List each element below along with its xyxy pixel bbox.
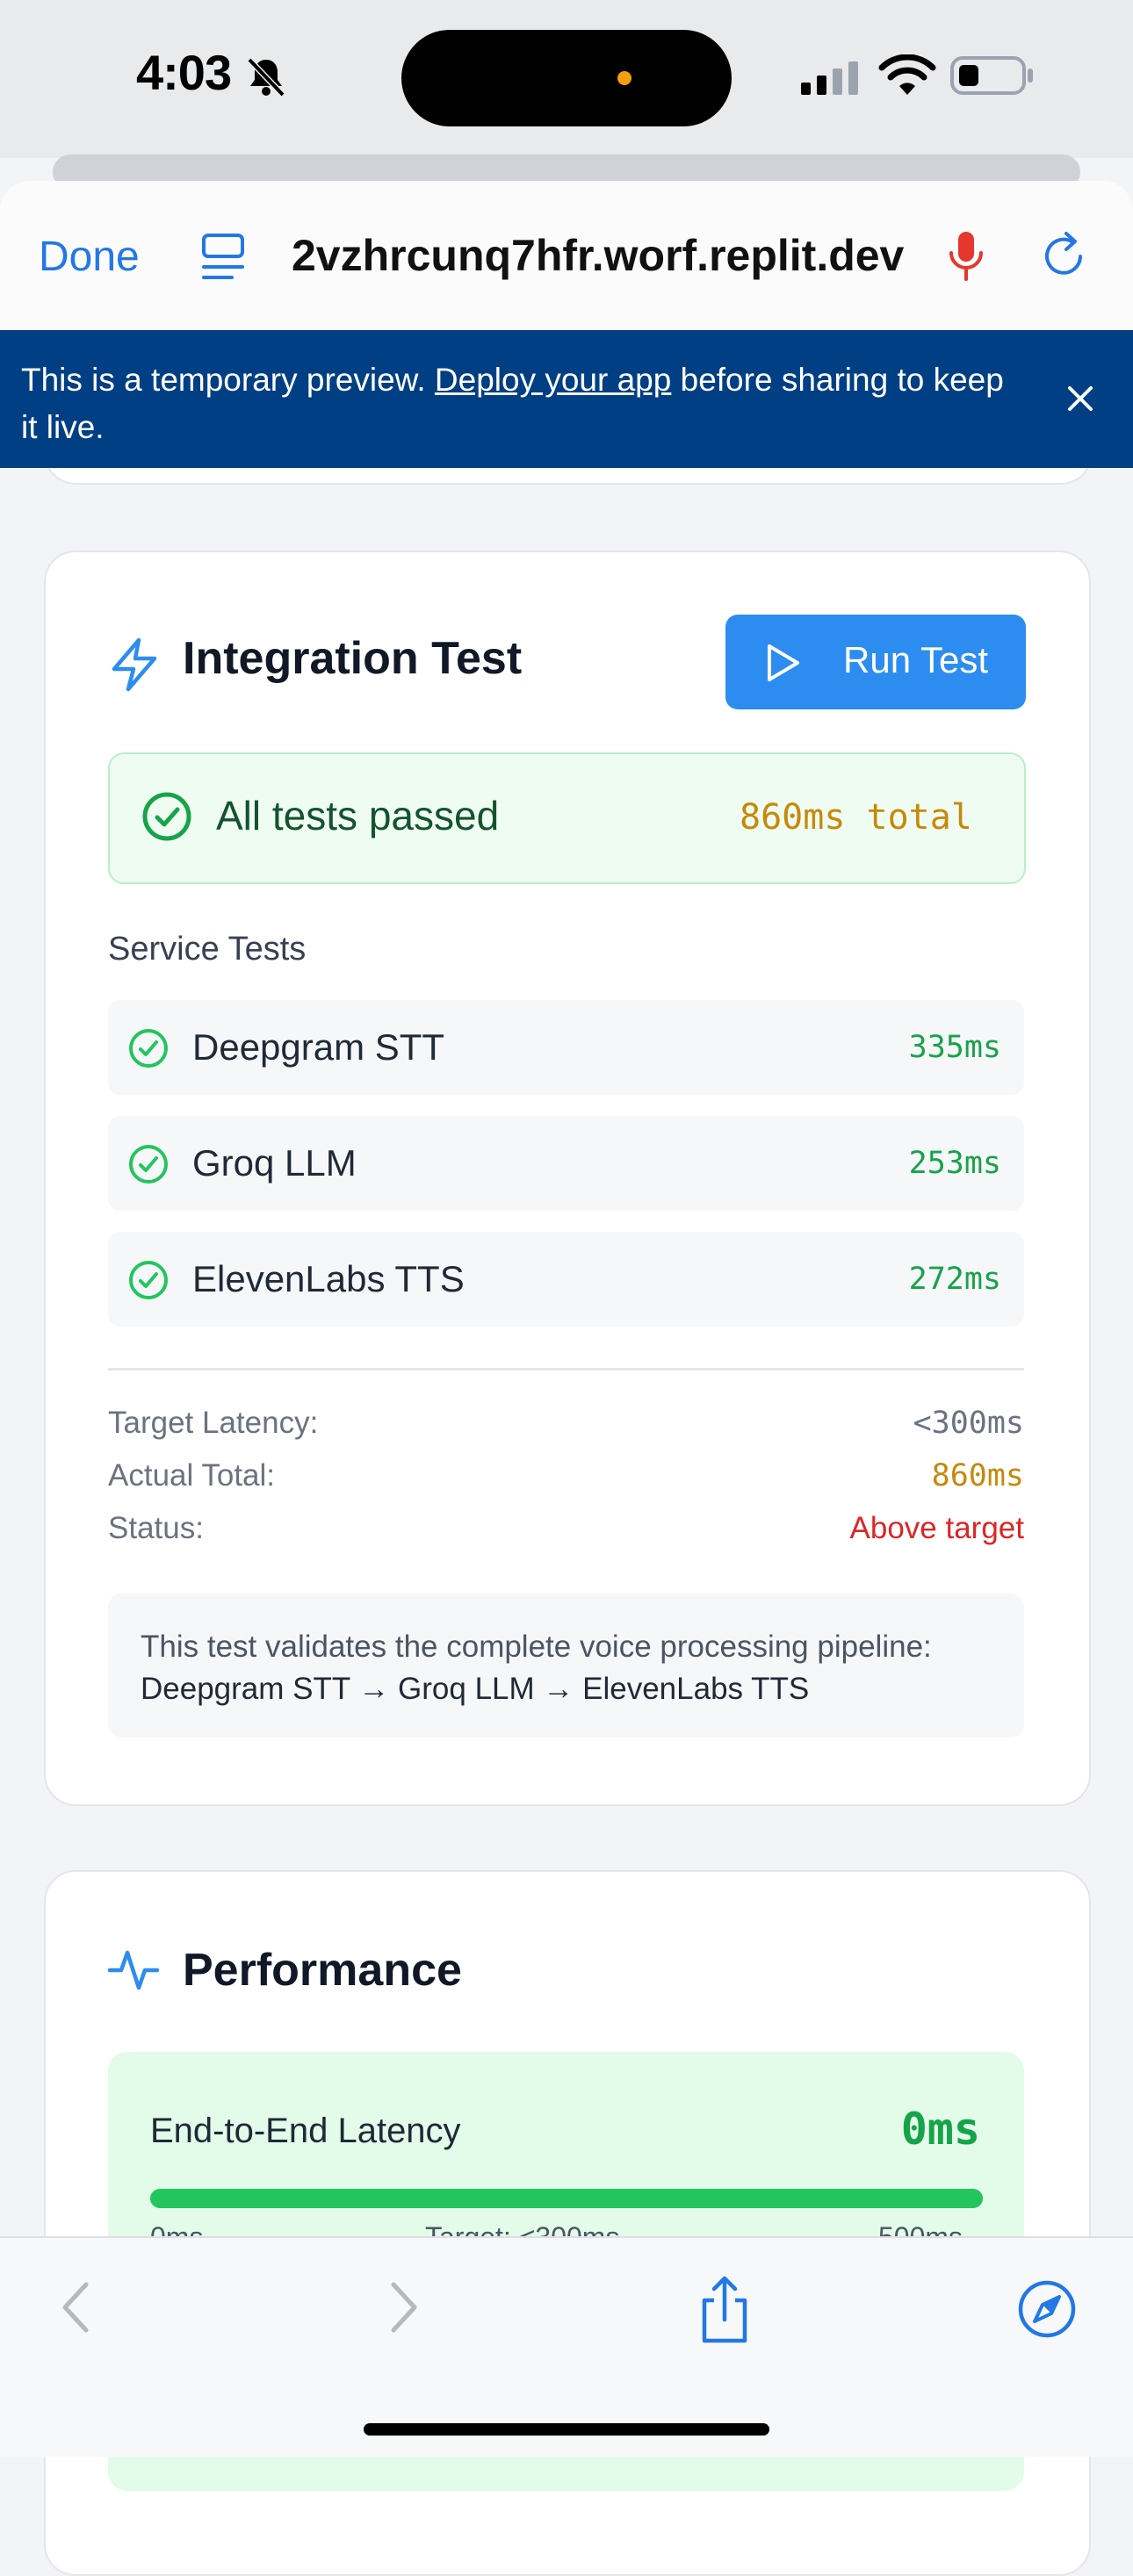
privacy-indicator — [617, 71, 631, 85]
latency-label: End-to-End Latency — [150, 2112, 461, 2150]
check-circle-icon — [127, 1027, 170, 1074]
reload-icon[interactable] — [1040, 230, 1089, 287]
home-indicator — [364, 2423, 769, 2436]
play-icon — [764, 643, 803, 687]
service-name: Deepgram STT — [192, 1026, 445, 1068]
service-tests-heading: Service Tests — [108, 931, 307, 968]
deploy-link[interactable]: Deploy your app — [435, 362, 671, 398]
share-icon[interactable] — [694, 2274, 755, 2349]
performance-title: Performance — [183, 1945, 462, 1996]
service-name: Groq LLM — [192, 1142, 357, 1184]
status-time: 4:03 — [136, 45, 232, 100]
close-icon[interactable] — [1063, 381, 1098, 421]
actual-total-label: Actual Total: — [108, 1458, 276, 1493]
latency-bar-fill — [150, 2189, 983, 2208]
check-circle-icon — [127, 1143, 170, 1190]
target-latency-label: Target Latency: — [108, 1406, 319, 1440]
reader-icon[interactable] — [200, 232, 246, 289]
dynamic-island — [401, 30, 732, 126]
preview-banner: This is a temporary preview. Deploy your… — [0, 330, 1133, 468]
target-latency-value: <300ms — [913, 1406, 1024, 1441]
back-icon[interactable] — [58, 2279, 93, 2340]
service-latency: 272ms — [908, 1262, 1001, 1297]
status-label: Status: — [108, 1511, 204, 1545]
banner-message: This is a temporary preview. Deploy your… — [21, 362, 1004, 445]
info-text: This test validates the complete voice p… — [141, 1630, 932, 1706]
run-test-button[interactable]: Run Test — [725, 615, 1026, 709]
silent-bell-icon — [244, 54, 288, 98]
list-item: Deepgram STT 335ms — [108, 1000, 1024, 1095]
integration-test-title: Integration Test — [183, 633, 523, 684]
result-label: All tests passed — [216, 793, 500, 838]
cellular-signal-icon — [801, 60, 862, 99]
pipeline-text: Deepgram STT → Groq LLM → ElevenLabs TTS — [141, 1672, 810, 1706]
check-circle-icon — [127, 1259, 170, 1306]
list-item: Groq LLM 253ms — [108, 1116, 1024, 1211]
wifi-icon — [878, 54, 936, 101]
divider — [108, 1368, 1024, 1371]
actual-total-value: 860ms — [931, 1458, 1024, 1493]
compass-icon[interactable] — [1017, 2279, 1077, 2343]
service-latency: 253ms — [908, 1146, 1001, 1181]
url-text[interactable]: 2vzhrcunq7hfr.worf.replit.dev — [292, 230, 906, 281]
latency-value: 0ms — [900, 2104, 980, 2155]
service-name: ElevenLabs TTS — [192, 1258, 465, 1299]
service-latency: 335ms — [908, 1030, 1001, 1065]
check-circle-icon — [141, 790, 193, 847]
status-value: Above target — [849, 1511, 1024, 1545]
microphone-icon[interactable] — [947, 230, 985, 287]
lightning-icon — [109, 637, 160, 696]
run-test-label: Run Test — [843, 639, 988, 680]
battery-icon — [950, 56, 1035, 99]
result-total: 860ms total — [740, 797, 972, 838]
list-item: ElevenLabs TTS 272ms — [108, 1232, 1024, 1327]
forward-icon[interactable] — [386, 2279, 422, 2340]
done-button[interactable]: Done — [39, 233, 140, 281]
activity-icon — [107, 1942, 160, 1999]
